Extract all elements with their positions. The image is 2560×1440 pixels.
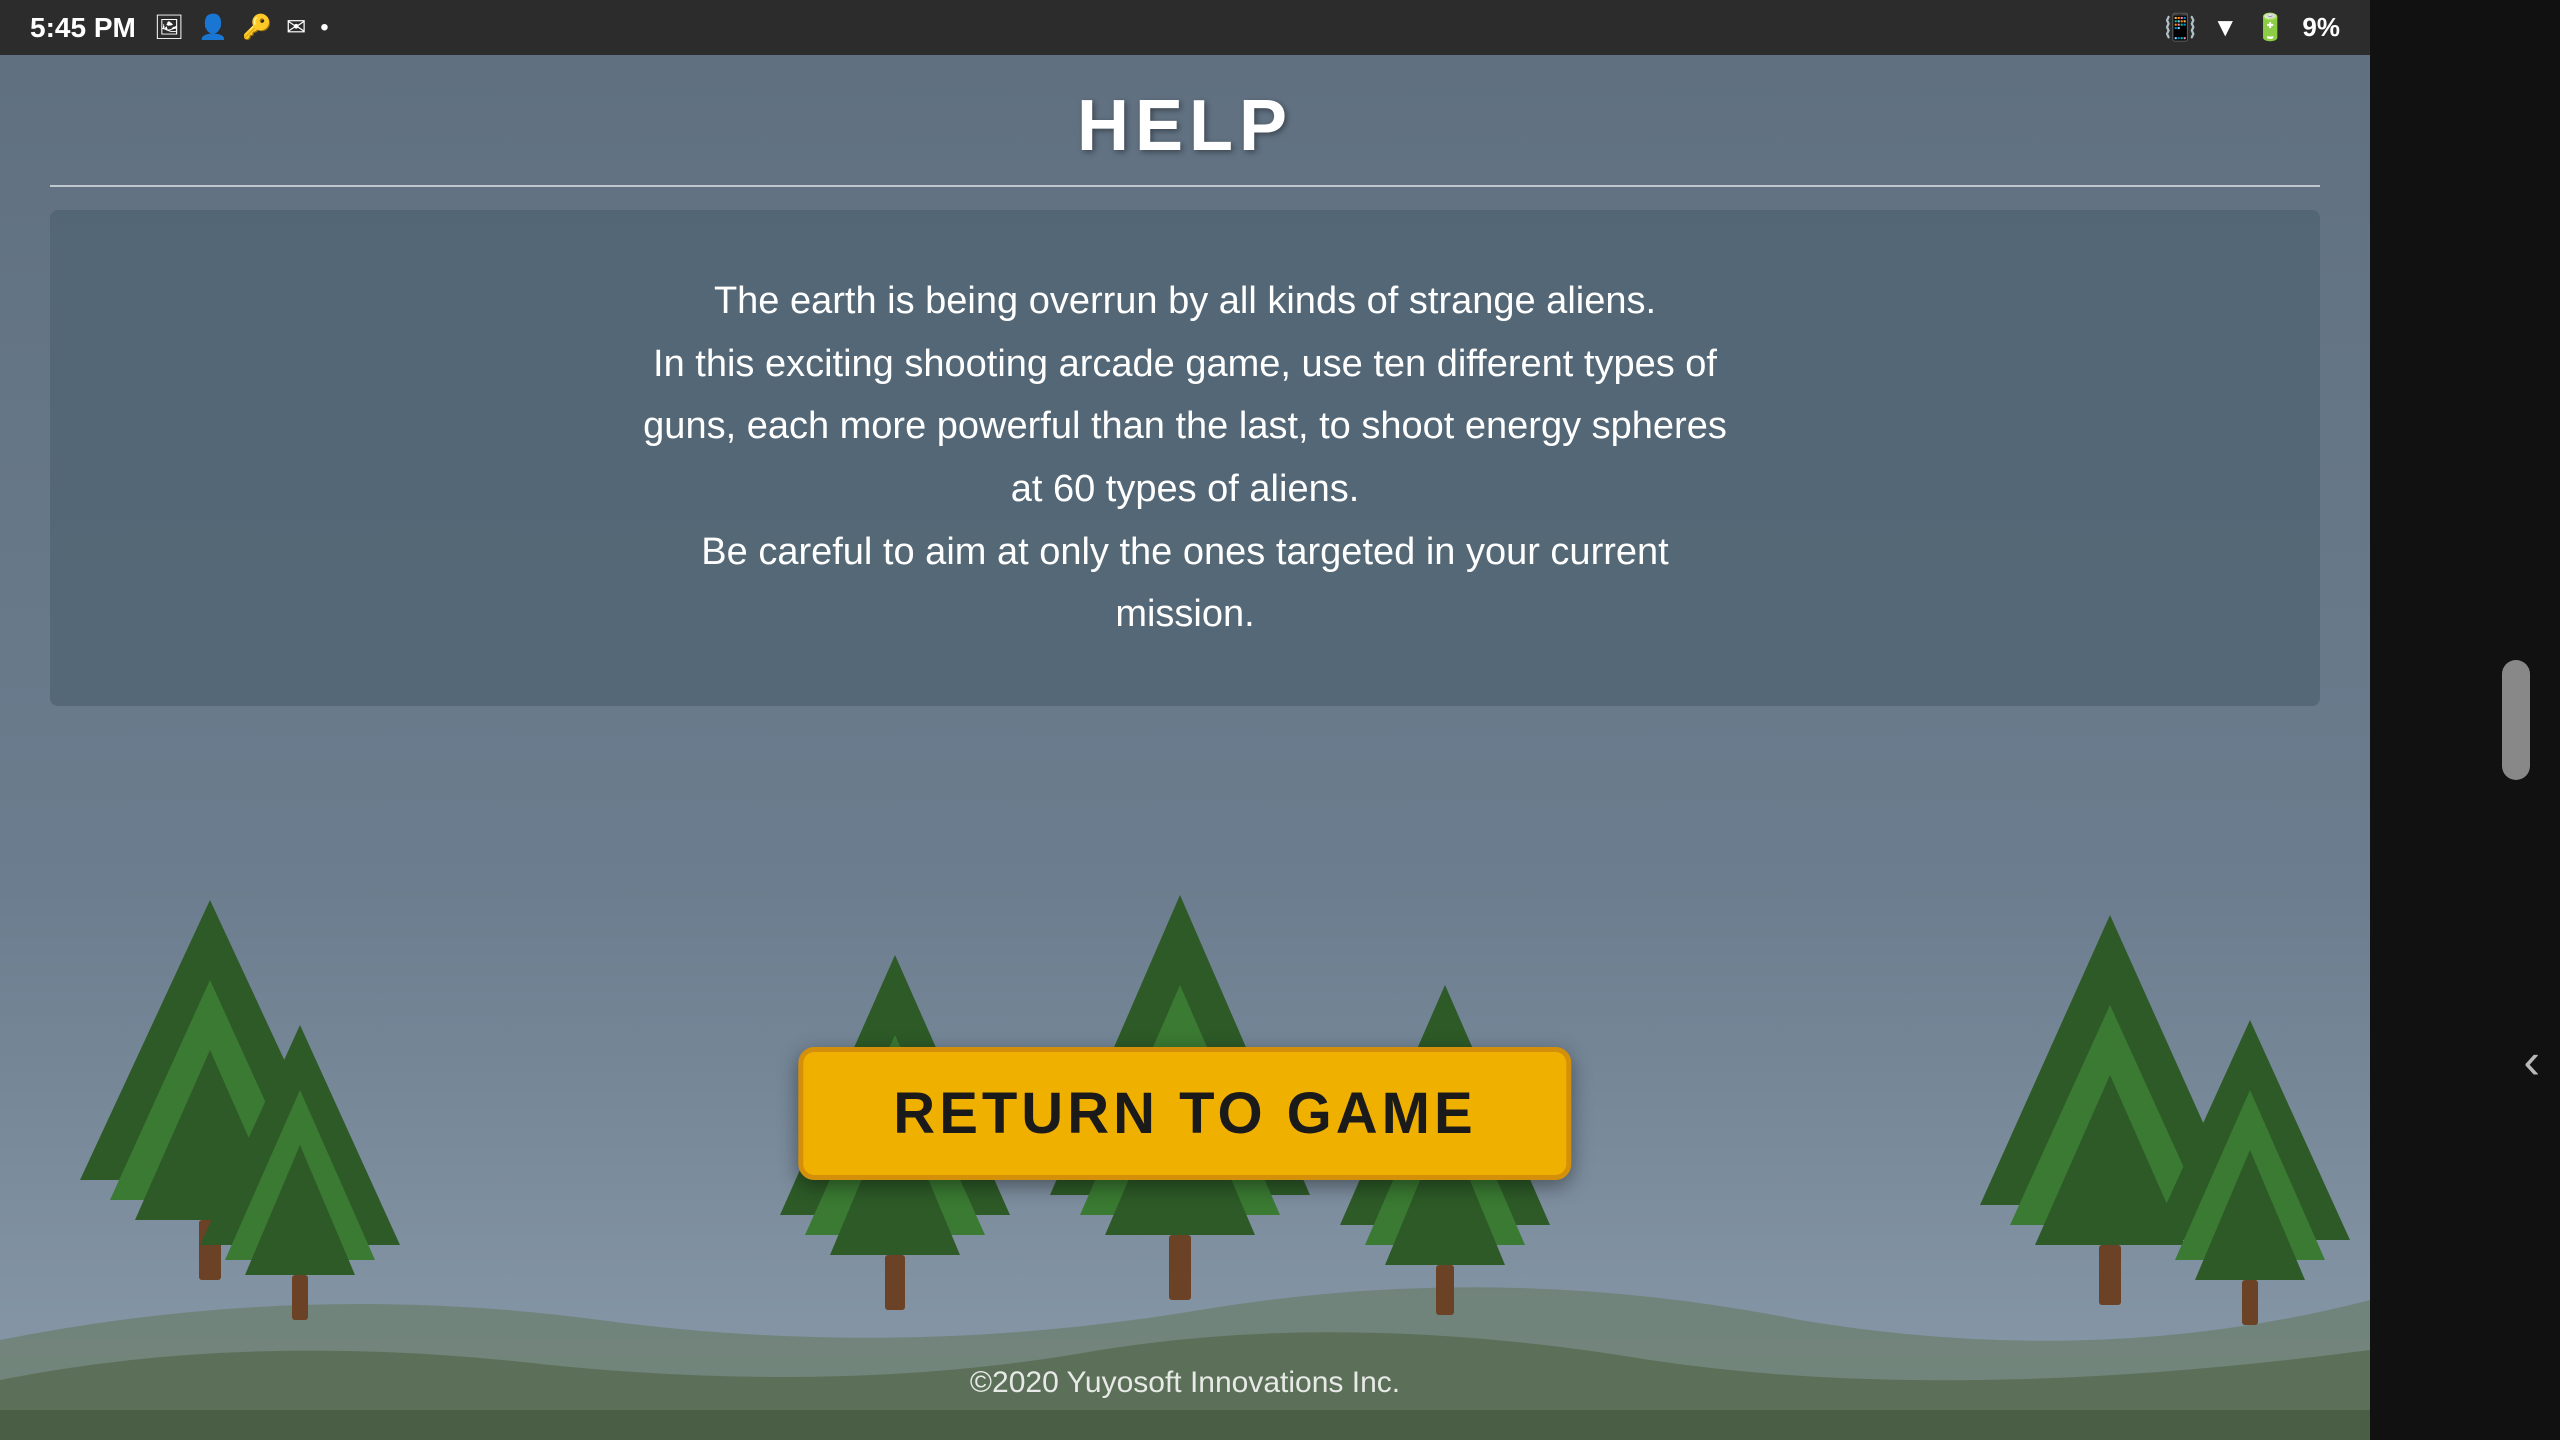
help-text: The earth is being overrun by all kinds … — [130, 270, 2240, 646]
key-icon: 🔑 — [242, 13, 272, 42]
help-box: The earth is being overrun by all kinds … — [50, 210, 2320, 706]
title-area: HELP — [0, 55, 2370, 187]
title-divider — [50, 185, 2320, 187]
battery-icon: 🔋 — [2254, 12, 2286, 43]
game-area: 5:45 PM 🖼 👤 🔑 ✉ • 📳 ▼ 🔋 9% HELP The e — [0, 0, 2370, 1440]
person-icon: 👤 — [198, 13, 228, 42]
status-bar-right: 📳 ▼ 🔋 9% — [2164, 12, 2340, 43]
scene: HELP The earth is being overrun by all k… — [0, 55, 2370, 1440]
dot-icon: • — [320, 14, 328, 42]
return-button-label: RETURN TO GAME — [893, 1081, 1476, 1146]
status-icons: 🖼 👤 🔑 ✉ • — [154, 13, 329, 42]
wifi-icon: ▼ — [2212, 12, 2238, 43]
vibrate-icon: 📳 — [2164, 12, 2196, 43]
tree-far-right — [2150, 1020, 2350, 1325]
footer-copyright: ©2020 Yuyosoft Innovations Inc. — [970, 1366, 1400, 1399]
mail-icon: ✉ — [286, 13, 306, 42]
status-bar-left: 5:45 PM 🖼 👤 🔑 ✉ • — [30, 12, 329, 44]
tree-left — [200, 1025, 400, 1320]
page-title: HELP — [1077, 85, 1293, 167]
status-bar: 5:45 PM 🖼 👤 🔑 ✉ • 📳 ▼ 🔋 9% — [0, 0, 2370, 55]
battery-percent: 9% — [2302, 12, 2340, 43]
scroll-indicator[interactable] — [2502, 660, 2530, 780]
return-to-game-button[interactable]: RETURN TO GAME — [798, 1047, 1571, 1180]
side-panel: ‹ — [2370, 0, 2560, 1440]
status-time: 5:45 PM — [30, 12, 136, 44]
image-icon: 🖼 — [154, 13, 184, 42]
back-arrow-icon[interactable]: ‹ — [2523, 1032, 2540, 1090]
footer: ©2020 Yuyosoft Innovations Inc. — [0, 1366, 2370, 1400]
